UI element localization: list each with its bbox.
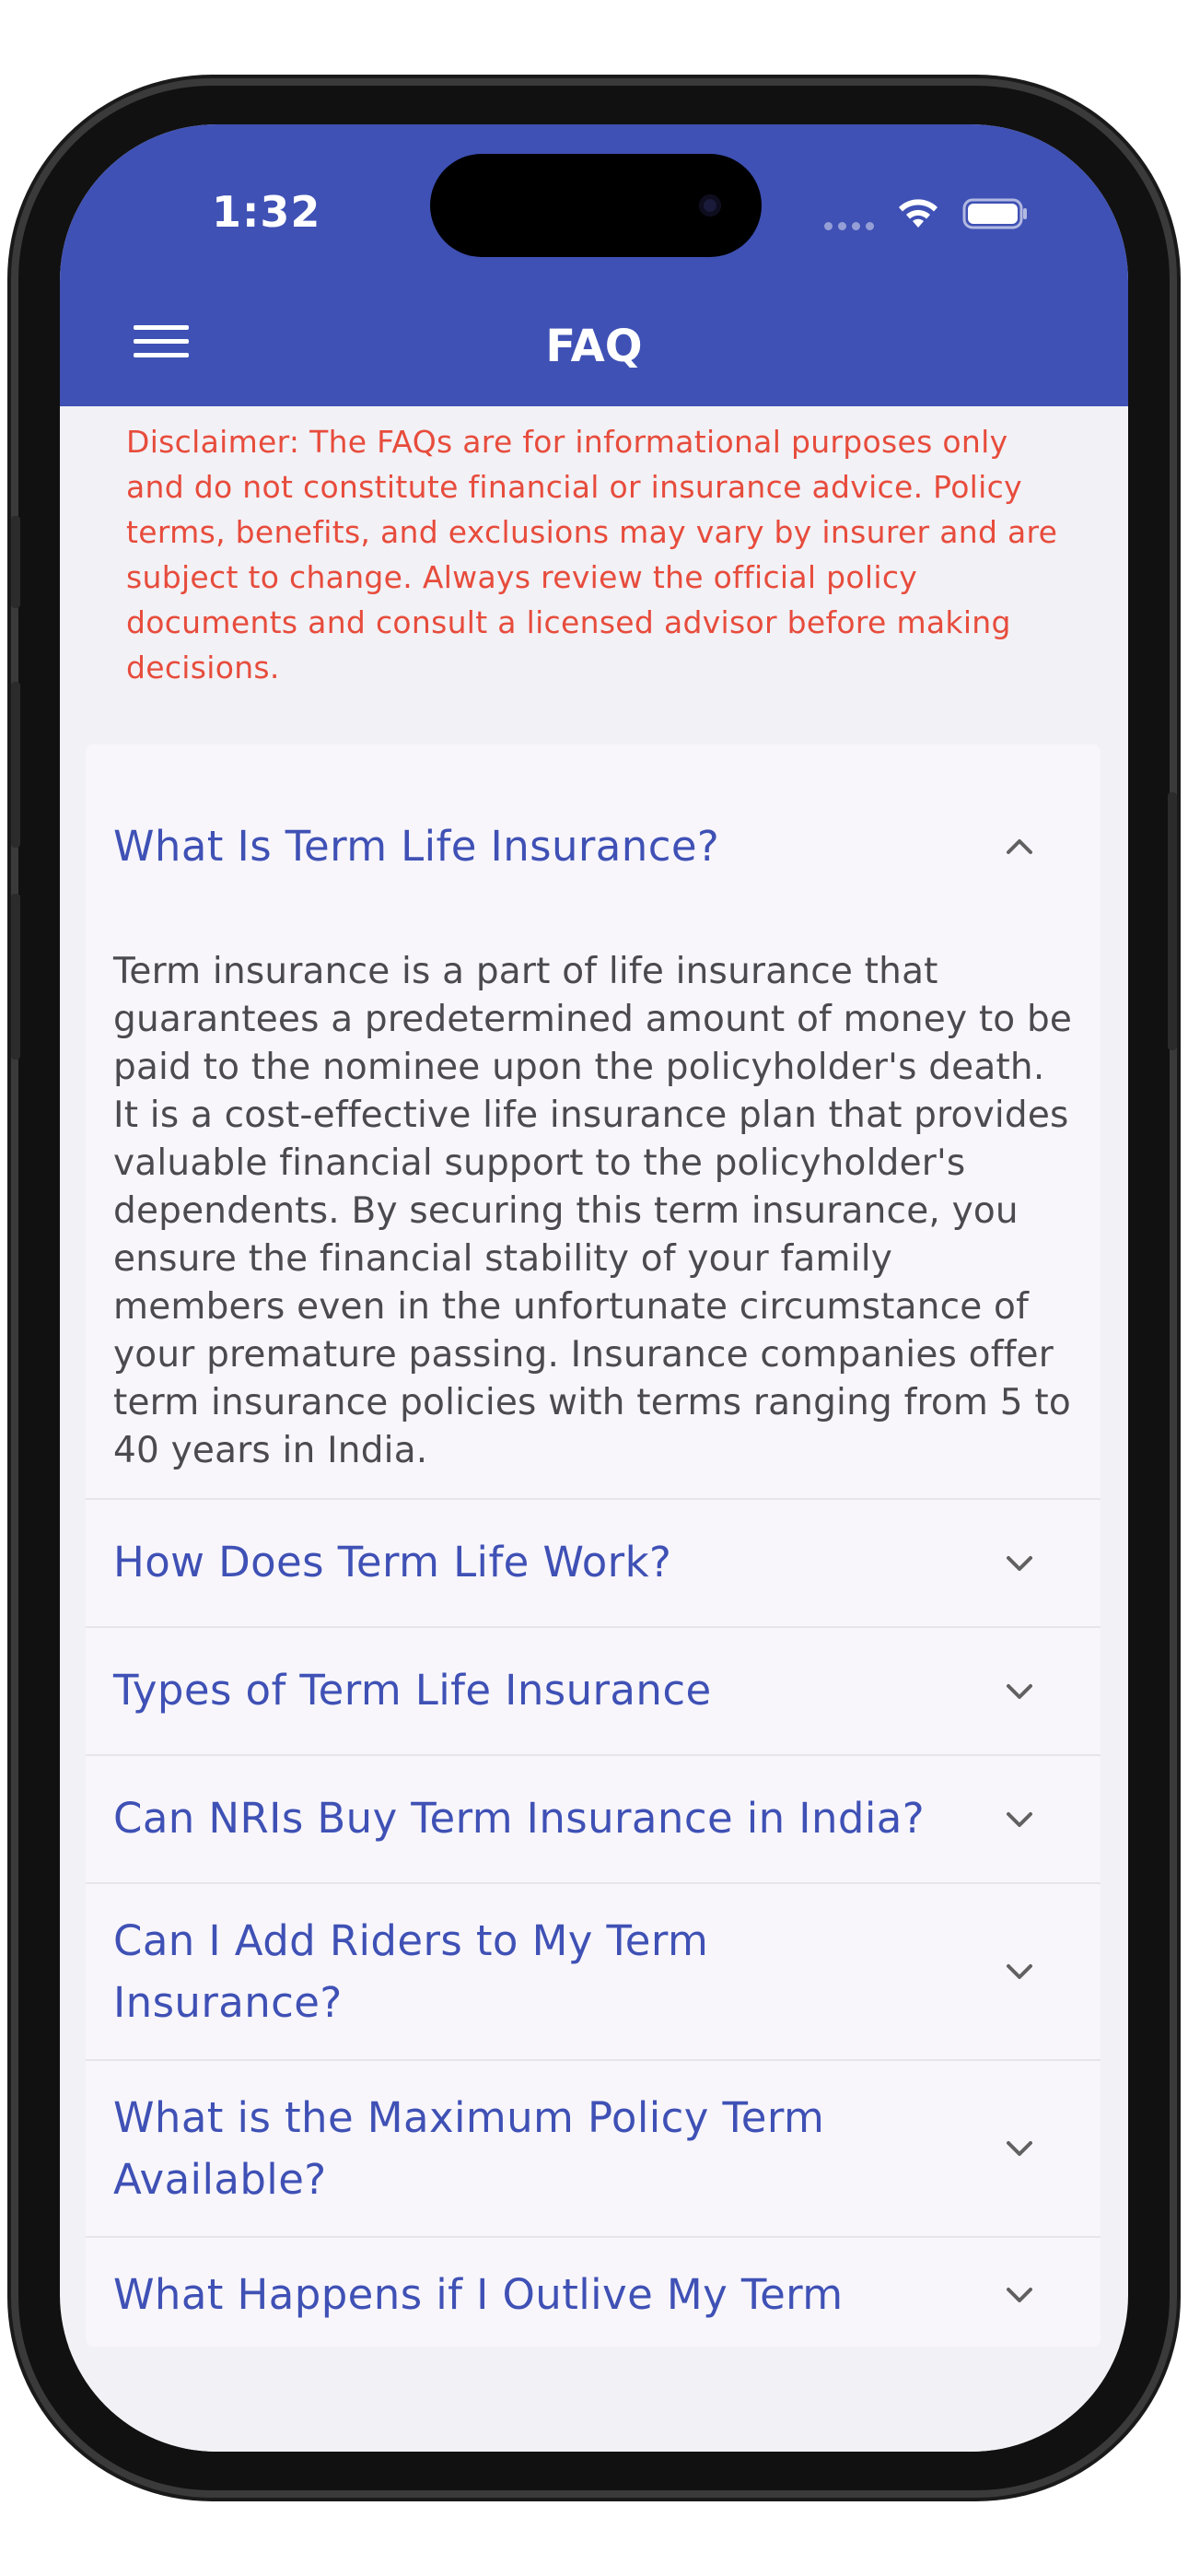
faq-item: Can I Add Riders to My Term Insurance? [86,1884,1101,2061]
battery-icon [962,198,1027,229]
faq-header[interactable]: Can NRIs Buy Term Insurance in India? [86,1756,1101,1882]
chevron-down-icon [1007,1811,1032,1827]
chevron-down-icon [1007,2141,1032,2156]
faq-header[interactable]: What Is Term Life Insurance? [86,744,1101,948]
faq-question: Can NRIs Buy Term Insurance in India? [113,1794,926,1843]
wifi-icon [899,199,938,228]
cellular-signal-icon [824,222,874,230]
faq-item: Can NRIs Buy Term Insurance in India? [86,1756,1101,1884]
faq-list: What Is Term Life Insurance? Term insura… [86,744,1101,2347]
chevron-down-icon [1007,1683,1032,1699]
home-indicator-area [60,2347,1128,2452]
chevron-down-icon [1007,2287,1032,2302]
volume-up-button [11,682,20,848]
faq-question: What Happens if I Outlive My Term [113,2270,844,2319]
faq-header[interactable]: How Does Term Life Work? [86,1500,1101,1626]
faq-question: What Is Term Life Insurance? [113,822,720,871]
faq-item: Types of Term Life Insurance [86,1628,1101,1756]
chevron-up-icon [1007,838,1032,854]
faq-question: How Does Term Life Work? [113,1538,672,1587]
app-bar: 1:32 FAQ [60,124,1128,406]
chevron-down-icon [1007,1555,1032,1571]
faq-header[interactable]: Can I Add Riders to My Term Insurance? [86,1884,1101,2059]
action-button [11,516,20,608]
faq-question: Types of Term Life Insurance [113,1666,712,1715]
page-title: FAQ [545,321,643,372]
faq-item: What Is Term Life Insurance? Term insura… [86,744,1101,1500]
volume-down-button [11,894,20,1060]
dynamic-island [430,154,762,257]
faq-question: What is the Maximum Policy Term Availabl… [113,2093,825,2204]
faq-item: How Does Term Life Work? [86,1500,1101,1628]
faq-item: What is the Maximum Policy Term Availabl… [86,2061,1101,2238]
power-button [1168,792,1177,1050]
faq-header[interactable]: Types of Term Life Insurance [86,1628,1101,1754]
status-bar-time: 1:32 [212,187,321,237]
disclaimer-text: Disclaimer: The FAQs are for information… [126,424,1058,685]
front-camera-icon [699,194,721,217]
chevron-down-icon [1007,1964,1032,1979]
faq-header[interactable]: What is the Maximum Policy Term Availabl… [86,2061,1101,2236]
faq-question: Can I Add Riders to My Term Insurance? [113,1916,709,2027]
app-screen: 1:32 FAQ Disclaimer: The FAQs are for in… [60,124,1128,2452]
faq-answer: Term insurance is a part of life insuran… [113,951,1073,1471]
faq-item: What Happens if I Outlive My Term [86,2238,1101,2347]
faq-header[interactable]: What Happens if I Outlive My Term [86,2238,1101,2347]
